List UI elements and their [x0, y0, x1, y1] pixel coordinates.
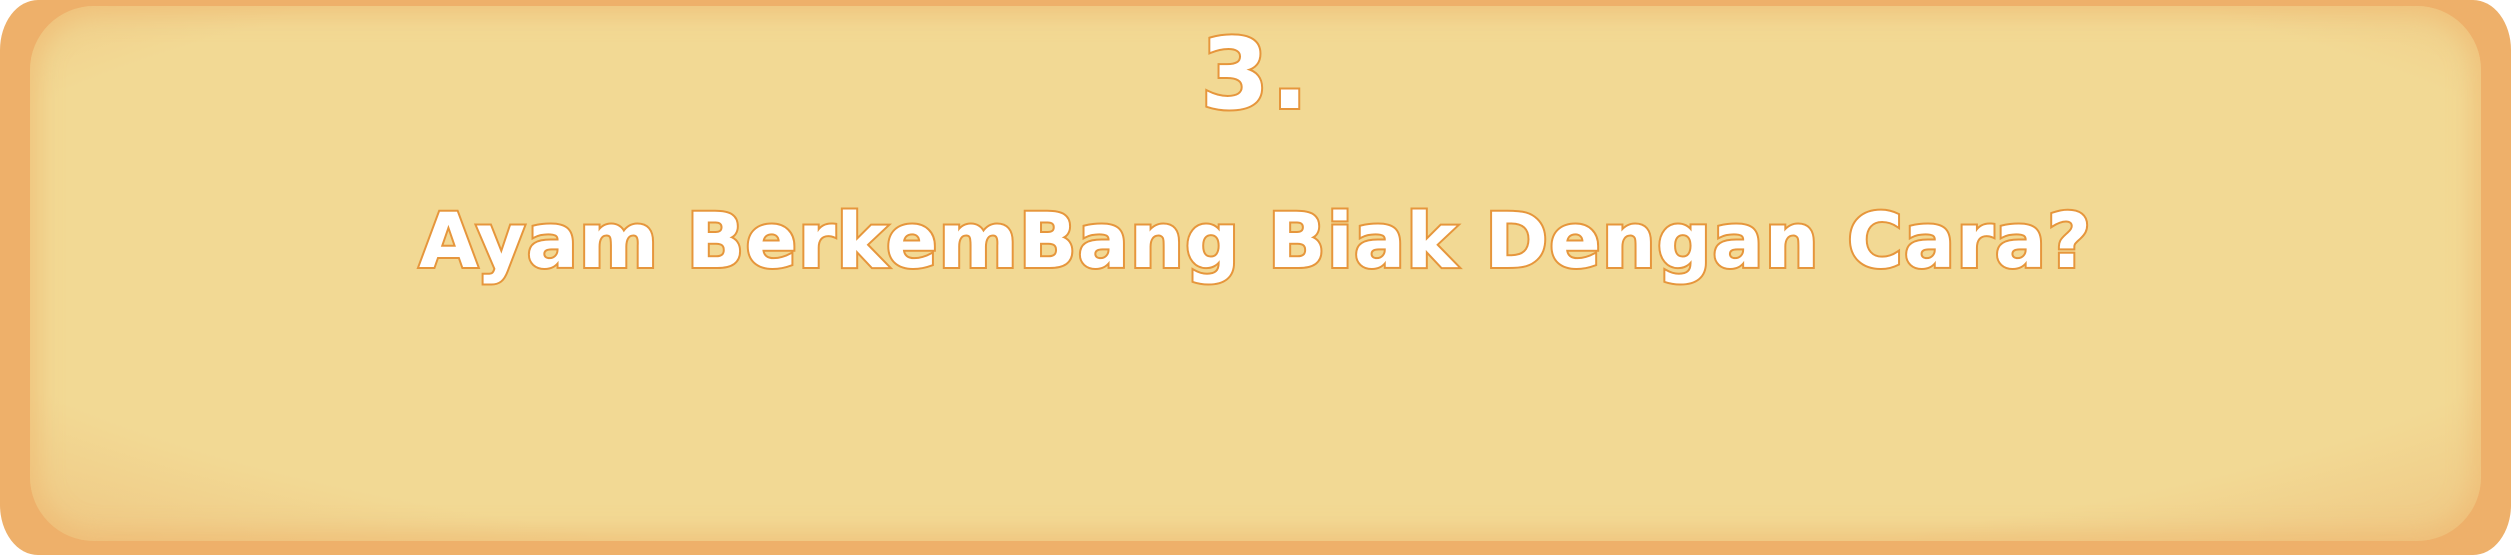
question-number: 3.	[1199, 18, 1311, 132]
question-text: Ayam BerkemBang Biak Dengan Cara?	[417, 194, 2093, 287]
